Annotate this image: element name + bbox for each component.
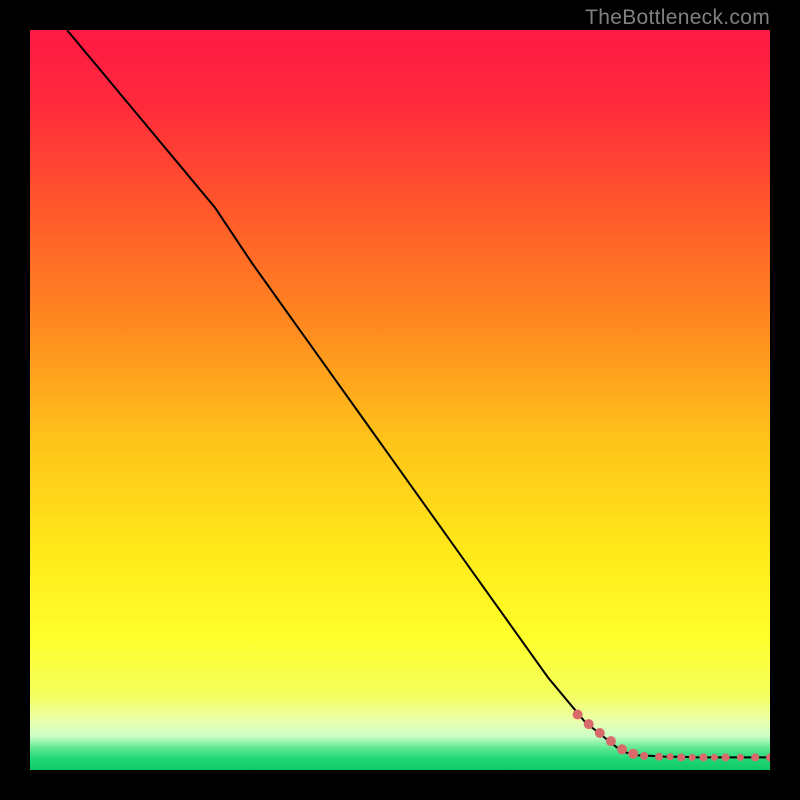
- highlight-point: [689, 754, 696, 761]
- highlight-point: [667, 753, 674, 760]
- highlight-point: [751, 753, 759, 761]
- highlight-point: [699, 753, 707, 761]
- chart-background: [30, 30, 770, 770]
- watermark-text: TheBottleneck.com: [585, 6, 770, 30]
- highlight-point: [655, 753, 663, 761]
- highlight-point: [595, 728, 605, 738]
- highlight-point: [711, 754, 718, 761]
- highlight-point: [722, 753, 730, 761]
- highlight-point: [677, 753, 685, 761]
- highlight-point: [617, 744, 627, 754]
- highlight-point: [628, 749, 638, 759]
- highlight-point: [737, 754, 744, 761]
- chart-frame: [30, 30, 770, 770]
- chart-svg: [30, 30, 770, 770]
- highlight-point: [640, 752, 648, 760]
- highlight-point: [606, 736, 616, 746]
- highlight-point: [573, 710, 583, 720]
- highlight-point: [584, 719, 594, 729]
